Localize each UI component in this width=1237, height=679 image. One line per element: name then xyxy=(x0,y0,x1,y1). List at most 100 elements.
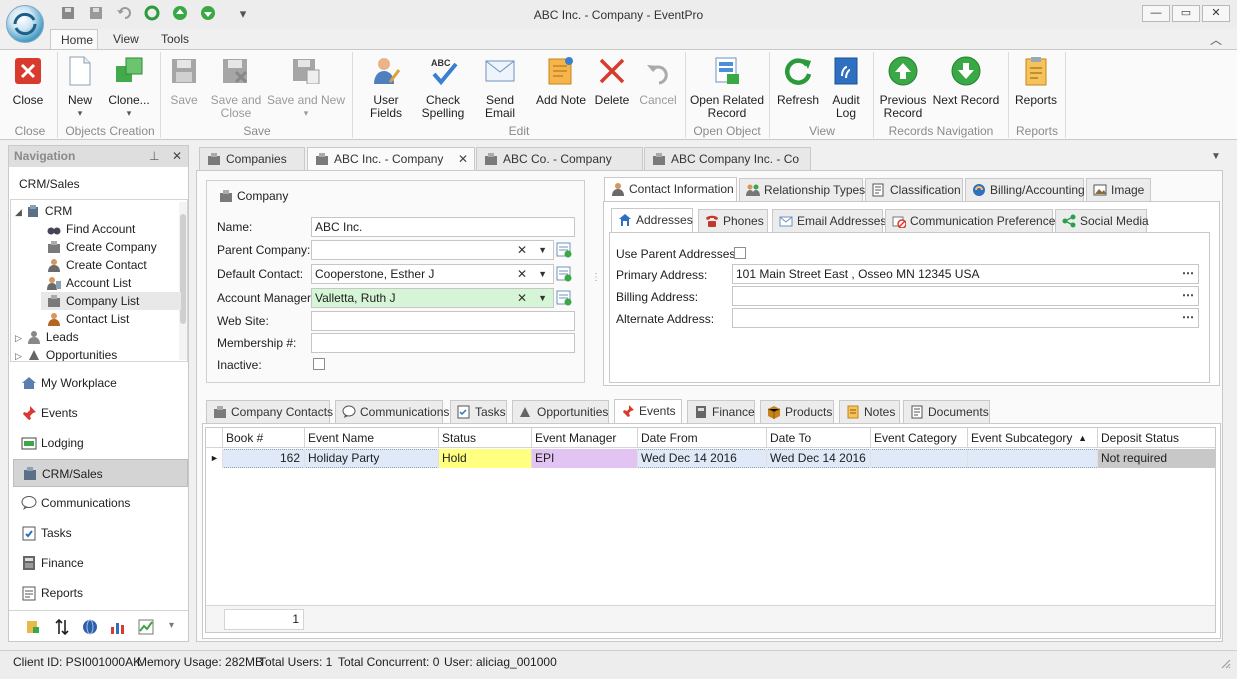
pin-icon[interactable]: ⊥ xyxy=(149,146,159,167)
account-manager-field[interactable]: Valletta, Ruth J ✕ ▼ xyxy=(311,288,554,308)
minimize-button[interactable]: — xyxy=(1142,5,1170,22)
cell-event-name[interactable]: Holiday Party xyxy=(305,449,439,468)
audit-log-button[interactable]: Audit Log xyxy=(826,54,866,120)
alternate-address-field[interactable]: ⋯ xyxy=(732,308,1199,328)
overflow-chart-icon[interactable] xyxy=(110,619,126,635)
tab-communications[interactable]: Communications xyxy=(335,400,449,423)
refresh-button[interactable]: Refresh xyxy=(773,54,823,107)
cell-event-category[interactable] xyxy=(871,449,968,468)
doc-tab-abc-co[interactable]: ABC Co. - Company xyxy=(476,147,643,170)
billing-address-field[interactable]: ⋯ xyxy=(732,286,1199,306)
tab-notes[interactable]: Notes xyxy=(839,400,900,423)
previous-record-button[interactable]: Previous Record xyxy=(876,54,930,120)
col-header-deposit-status[interactable]: Deposit Status xyxy=(1098,428,1215,448)
cell-deposit-status[interactable]: Not required xyxy=(1098,449,1215,468)
send-email-button[interactable]: Send Email xyxy=(470,54,530,120)
nav-reports[interactable]: Reports xyxy=(13,579,188,607)
tree-item-opportunities[interactable]: ▷ Opportunities xyxy=(15,346,117,361)
close-pane-icon[interactable]: ✕ xyxy=(172,146,182,167)
parent-company-field[interactable]: ✕ ▼ xyxy=(311,240,554,260)
tab-opportunities[interactable]: Opportunities xyxy=(512,400,609,423)
save-and-close-button[interactable]: Save and Close xyxy=(208,54,264,120)
primary-address-field[interactable]: 101 Main Street East , Osseo MN 12345 US… xyxy=(732,264,1199,284)
tree-item-create-company[interactable]: Create Company xyxy=(47,238,157,256)
tab-social-media[interactable]: Social Media xyxy=(1055,209,1149,232)
nav-tasks[interactable]: Tasks xyxy=(13,519,188,547)
save-and-new-button[interactable]: Save and New ▾ xyxy=(266,54,346,120)
doc-tab-companies[interactable]: Companies xyxy=(199,147,305,170)
ellipsis-button[interactable]: ⋯ xyxy=(1182,287,1194,303)
website-field[interactable] xyxy=(311,311,575,331)
tab-finance[interactable]: Finance xyxy=(687,400,755,423)
nav-communications[interactable]: Communications xyxy=(13,489,188,517)
col-header-date-from[interactable]: Date From xyxy=(638,428,767,448)
cell-status[interactable]: Hold xyxy=(439,449,532,468)
overflow-sort-icon[interactable] xyxy=(54,619,70,635)
tree-item-create-contact[interactable]: Create Contact xyxy=(47,256,147,274)
overflow-lodging-icon[interactable] xyxy=(25,619,41,635)
tab-image[interactable]: Image xyxy=(1086,178,1151,201)
tab-list-dropdown-icon[interactable]: ▼ xyxy=(1211,151,1221,162)
add-note-button[interactable]: Add Note xyxy=(534,54,588,107)
doc-tab-abc-inc[interactable]: ABC Inc. - Company ✕ xyxy=(307,147,475,171)
default-contact-field[interactable]: Cooperstone, Esther J ✕ ▼ xyxy=(311,264,554,284)
tab-products[interactable]: Products xyxy=(760,400,834,423)
col-header-event-category[interactable]: Event Category xyxy=(871,428,968,448)
nav-crm-sales[interactable]: CRM/Sales xyxy=(13,459,188,487)
cell-book[interactable]: 162 xyxy=(223,449,305,468)
user-fields-button[interactable]: User Fields xyxy=(356,54,416,120)
cell-event-subcategory[interactable] xyxy=(968,449,1098,468)
col-header-event-manager[interactable]: Event Manager xyxy=(532,428,638,448)
tree-scrollbar[interactable] xyxy=(179,202,187,360)
ribbon-tab-home[interactable]: Home xyxy=(50,29,98,50)
cancel-button[interactable]: Cancel xyxy=(636,54,680,107)
tab-tasks[interactable]: Tasks xyxy=(450,400,507,423)
new-button[interactable]: New ▾ xyxy=(60,54,100,120)
tree-item-company-list[interactable]: Company List xyxy=(41,292,181,310)
col-header-book[interactable]: Book # xyxy=(223,428,305,448)
tree-item-find-account[interactable]: Find Account xyxy=(47,220,135,238)
tree-item-contact-list[interactable]: Contact List xyxy=(47,310,129,328)
open-related-record-button[interactable]: Open Related Record xyxy=(689,54,765,120)
use-parent-addresses-checkbox[interactable] xyxy=(734,247,746,259)
parent-company-lookup-icon[interactable] xyxy=(556,242,572,258)
next-record-button[interactable]: Next Record xyxy=(932,54,1000,107)
account-manager-lookup-icon[interactable] xyxy=(556,290,572,306)
close-tab-icon[interactable]: ✕ xyxy=(458,148,468,170)
overflow-line-chart-icon[interactable] xyxy=(138,619,154,635)
app-menu-orb-icon[interactable] xyxy=(6,5,44,43)
tree-item-crm[interactable]: ◢ CRM xyxy=(15,202,72,220)
overflow-menu-icon[interactable]: ▾ xyxy=(169,620,174,631)
tree-item-leads[interactable]: ▷ Leads xyxy=(15,328,79,346)
tab-company-contacts[interactable]: Company Contacts xyxy=(206,400,333,423)
ellipsis-button[interactable]: ⋯ xyxy=(1182,309,1194,325)
delete-button[interactable]: Delete xyxy=(592,54,632,107)
close-window-button[interactable]: ✕ xyxy=(1202,5,1230,22)
splitter-grip[interactable]: ⋮ xyxy=(591,273,601,283)
tab-phones[interactable]: Phones xyxy=(698,209,768,232)
membership-field[interactable] xyxy=(311,333,575,353)
cell-date-from[interactable]: Wed Dec 14 2016 xyxy=(638,449,767,468)
save-button[interactable]: Save xyxy=(164,54,204,107)
name-field[interactable]: ABC Inc. xyxy=(311,217,575,237)
tab-classification[interactable]: Classification xyxy=(865,178,963,201)
maximize-button[interactable]: ▭ xyxy=(1172,5,1200,22)
tree-item-account-list[interactable]: Account List xyxy=(47,274,131,292)
clone-button[interactable]: Clone... ▾ xyxy=(104,54,154,120)
doc-tab-abc-company-inc[interactable]: ABC Company Inc. - Co xyxy=(644,147,811,170)
tab-relationship-types[interactable]: Relationship Types xyxy=(739,178,865,201)
overflow-globe-icon[interactable] xyxy=(82,619,98,635)
tab-contact-information[interactable]: Contact Information xyxy=(604,177,737,201)
close-button[interactable]: Close xyxy=(8,54,48,107)
tab-events[interactable]: Events xyxy=(614,399,682,423)
col-header-event-subcategory[interactable]: Event Subcategory ▲ xyxy=(968,428,1098,448)
ellipsis-button[interactable]: ⋯ xyxy=(1182,265,1194,281)
inactive-checkbox[interactable] xyxy=(313,358,325,370)
tab-billing-accounting[interactable]: Billing/Accounting xyxy=(965,178,1085,201)
tab-addresses[interactable]: Addresses xyxy=(611,208,693,232)
tab-email-addresses[interactable]: Email Addresses xyxy=(772,209,886,232)
ribbon-tab-view[interactable]: View xyxy=(103,29,149,49)
nav-finance[interactable]: Finance xyxy=(13,549,188,577)
resize-grip-icon[interactable] xyxy=(1219,657,1231,669)
col-header-date-to[interactable]: Date To xyxy=(767,428,871,448)
